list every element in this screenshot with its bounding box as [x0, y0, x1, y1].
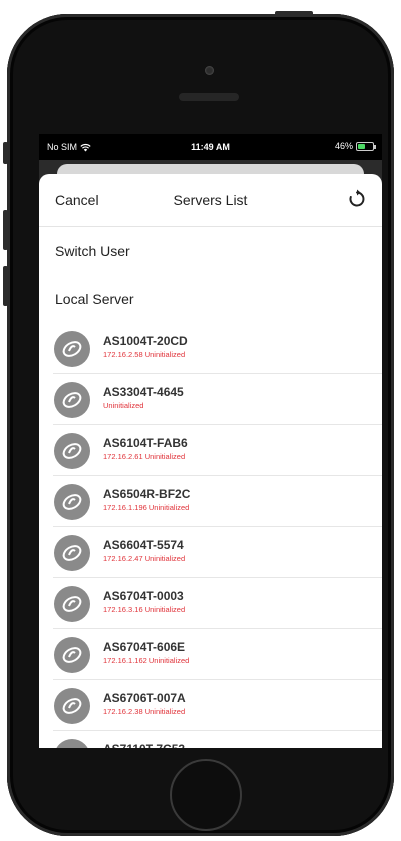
server-name: AS3304T-4645 — [103, 385, 184, 399]
front-camera — [205, 66, 214, 75]
refresh-icon — [349, 189, 365, 207]
nas-server-icon — [54, 688, 90, 724]
server-status: 172.16.1.196 Uninitialized — [103, 503, 190, 512]
asustor-logo-icon — [62, 341, 82, 357]
volume-up-button — [3, 210, 8, 250]
screen: No SIM 11:49 AM 46% Cancel Servers List — [39, 134, 382, 748]
refresh-button[interactable] — [346, 188, 368, 210]
server-status: 172.16.1.162 Uninitialized — [103, 656, 190, 665]
server-name: AS7110T-7C53 — [103, 742, 185, 748]
nas-server-icon — [54, 535, 90, 571]
server-list-item[interactable]: AS6704T-606E 172.16.1.162 Uninitialized — [53, 629, 382, 680]
server-name: AS1004T-20CD — [103, 334, 188, 348]
asustor-logo-icon — [62, 647, 82, 663]
status-bar: No SIM 11:49 AM 46% — [39, 134, 382, 160]
server-list-item[interactable]: AS6104T-FAB6 172.16.2.61 Uninitialized — [53, 425, 382, 476]
asustor-logo-icon — [62, 443, 82, 459]
mute-switch — [3, 142, 8, 164]
asustor-logo-icon — [62, 545, 82, 561]
nas-server-icon — [54, 637, 90, 673]
server-status: 172.16.2.58 Uninitialized — [103, 350, 186, 359]
battery-group: 46% — [334, 141, 376, 151]
server-list-item[interactable]: AS3304T-4645 Uninitialized — [53, 374, 382, 425]
server-name: AS6704T-0003 — [103, 589, 184, 603]
earpiece-speaker — [179, 93, 239, 101]
asustor-logo-icon — [61, 746, 83, 748]
power-button — [275, 11, 313, 16]
nas-server-icon — [54, 739, 90, 748]
nas-server-icon — [54, 331, 90, 367]
server-name: AS6706T-007A — [103, 691, 186, 705]
battery-icon — [356, 141, 376, 151]
phone-frame: No SIM 11:49 AM 46% Cancel Servers List — [3, 11, 394, 836]
local-server-header: Local Server — [55, 291, 134, 307]
servers-list-sheet: Cancel Servers List Switch User Local Se… — [39, 174, 382, 748]
nas-server-icon — [54, 586, 90, 622]
asustor-logo-icon — [62, 494, 82, 510]
asustor-logo-icon — [62, 698, 82, 714]
server-list-item[interactable]: AS1004T-20CD 172.16.2.58 Uninitialized — [53, 323, 382, 374]
page-title: Servers List — [173, 192, 248, 208]
nav-bar: Cancel Servers List — [39, 174, 382, 227]
nas-server-icon — [54, 433, 90, 469]
nas-server-icon — [54, 382, 90, 418]
server-status: 172.16.3.16 Uninitialized — [103, 605, 186, 614]
server-name: AS6104T-FAB6 — [103, 436, 188, 450]
switch-user-item[interactable]: Switch User — [39, 227, 382, 275]
nas-server-icon — [54, 484, 90, 520]
server-status: 172.16.2.47 Uninitialized — [103, 554, 186, 563]
server-list-item[interactable]: AS6704T-0003 172.16.3.16 Uninitialized — [53, 578, 382, 629]
clock: 11:49 AM — [191, 142, 230, 152]
server-status: 172.16.2.38 Uninitialized — [103, 707, 186, 716]
server-list-item[interactable]: AS6504R-BF2C 172.16.1.196 Uninitialized — [53, 476, 382, 527]
asustor-logo-icon — [62, 596, 82, 612]
server-list-item[interactable]: AS7110T-7C53 — [53, 731, 382, 748]
asustor-logo-icon — [62, 392, 82, 408]
server-status: Uninitialized — [103, 401, 144, 410]
server-list-item[interactable]: AS6706T-007A 172.16.2.38 Uninitialized — [53, 680, 382, 731]
server-status: 172.16.2.61 Uninitialized — [103, 452, 186, 461]
home-button[interactable] — [170, 759, 242, 831]
battery-level-fill — [358, 143, 366, 149]
server-name: AS6504R-BF2C — [103, 487, 191, 501]
server-name: AS6604T-5574 — [103, 538, 184, 552]
server-list: AS1004T-20CD 172.16.2.58 Uninitialized AS3… — [39, 323, 382, 748]
server-list-item[interactable]: AS6604T-5574 172.16.2.47 Uninitialized — [53, 527, 382, 578]
volume-down-button — [3, 266, 8, 306]
server-name: AS6704T-606E — [103, 640, 186, 654]
battery-percent: 46% — [334, 141, 353, 151]
